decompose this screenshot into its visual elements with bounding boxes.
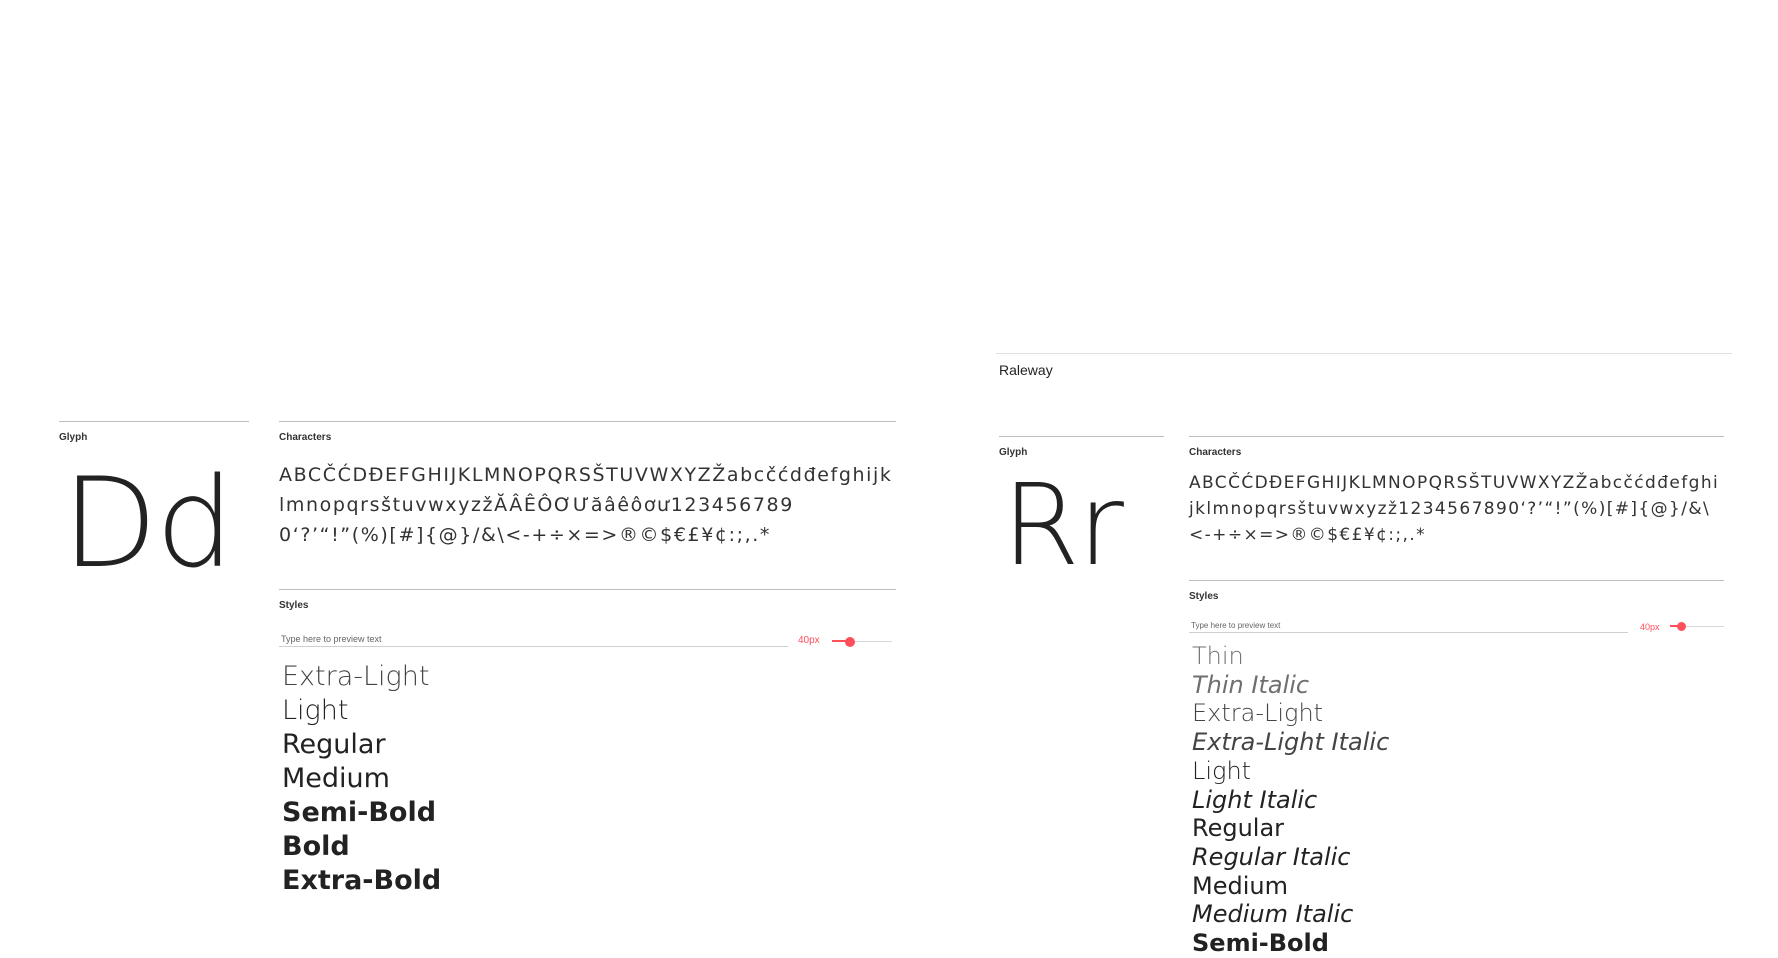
style-list: Extra-Light Light Regular Medium Semi-Bold Bo… — [282, 660, 441, 898]
glyph-label: Glyph — [59, 432, 88, 443]
style-sample: Light — [1192, 756, 1252, 785]
style-sample: Regular Italic — [1192, 842, 1351, 871]
characters-divider — [279, 421, 896, 422]
style-sample: Semi-Bold — [1192, 929, 1329, 958]
style-sample: Medium Italic — [1192, 900, 1354, 929]
styles-label: Styles — [279, 600, 309, 611]
style-sample: Bold — [282, 831, 350, 862]
glyph-label: Glyph — [999, 447, 1028, 458]
font-size-slider[interactable] — [1670, 621, 1724, 633]
styles-divider — [1189, 580, 1724, 581]
font-size-value: 40px — [1640, 622, 1660, 632]
style-sample: Thin Italic — [1192, 670, 1310, 699]
slider-thumb[interactable] — [845, 637, 855, 647]
characters-label: Characters — [1189, 447, 1242, 458]
style-sample: Extra-Light Italic — [1192, 728, 1390, 757]
font-size-value: 40px — [798, 635, 820, 646]
character-set: ABCČĆDĐEFGHIJKLMNOPQRSŠTUVWXYZŽabcčćdđef… — [279, 464, 893, 546]
style-sample: Extra-Bold — [282, 865, 442, 896]
font-name: Raleway — [999, 362, 1053, 378]
style-sample: Regular — [282, 729, 386, 760]
style-list: Thin Thin Italic Extra-Light Extra-Light It… — [1192, 642, 1389, 958]
preview-text-input[interactable] — [1189, 621, 1628, 633]
preview-text-input[interactable] — [279, 634, 788, 647]
style-sample: Semi-Bold — [282, 797, 437, 828]
style-sample: Regular — [1192, 814, 1285, 843]
characters-label: Characters — [279, 432, 332, 443]
styles-divider — [279, 589, 896, 590]
glyph-divider — [59, 421, 249, 422]
style-sample: Medium — [1192, 871, 1288, 900]
glyph-sample: Dd — [62, 452, 234, 596]
glyph-divider — [999, 436, 1164, 437]
characters-divider — [1189, 436, 1724, 437]
font-header-divider — [996, 353, 1732, 354]
styles-label: Styles — [1189, 591, 1219, 602]
style-sample: Extra-Light — [1192, 699, 1324, 728]
font-size-slider[interactable] — [832, 636, 892, 648]
character-set: ABCČĆDĐEFGHIJKLMNOPQRSŠTUVWXYZŽabcčćdđef… — [1189, 473, 1720, 545]
style-sample: Light Italic — [1192, 785, 1318, 814]
slider-thumb[interactable] — [1676, 622, 1686, 631]
glyph-sample: Rr — [1002, 461, 1124, 591]
style-sample: Extra-Light — [282, 661, 430, 692]
style-sample: Medium — [282, 763, 390, 794]
style-sample: Thin — [1192, 642, 1244, 670]
style-sample: Light — [282, 695, 349, 726]
